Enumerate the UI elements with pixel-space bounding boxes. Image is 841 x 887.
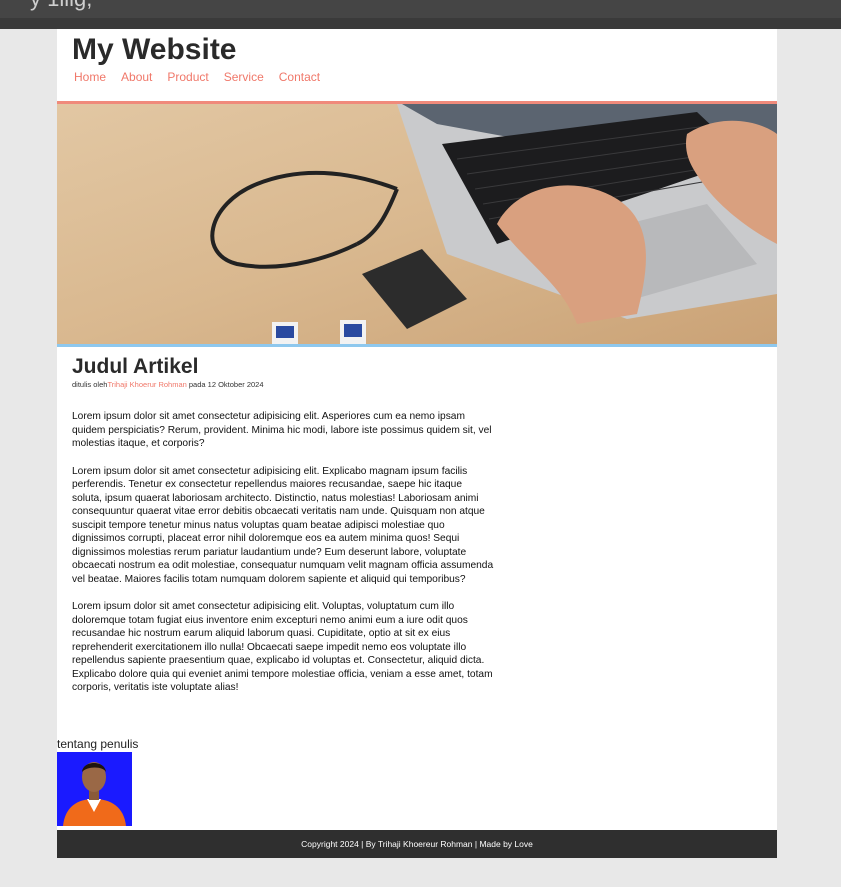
nav-service[interactable]: Service [224,70,264,84]
byline-prefix: ditulis oleh [72,380,108,389]
article-body: Lorem ipsum dolor sit amet consectetur a… [72,410,494,695]
main-nav: Home About Product Service Contact [74,70,320,84]
author-photo [57,752,132,826]
hero-image [57,104,777,347]
article-paragraph: Lorem ipsum dolor sit amet consectetur a… [72,411,492,449]
nav-product[interactable]: Product [167,70,208,84]
article-paragraph: Lorem ipsum dolor sit amet consectetur a… [72,465,494,585]
nav-contact[interactable]: Contact [279,70,320,84]
hero-laptop-illustration [57,104,777,344]
site-header: My Website Home About Product Service Co… [57,29,777,104]
footer-copyright: Copyright 2024 | By Trihaji Khoereur Roh… [301,839,533,849]
article-byline: ditulis olehTrihaji Khoerur Rohman pada … [72,380,494,389]
page-container: My Website Home About Product Service Co… [57,29,777,830]
site-title: My Website [72,33,237,66]
browser-top-bar: y 1iiig, [0,0,841,29]
nav-home[interactable]: Home [74,70,106,84]
byline-author-link[interactable]: Trihaji Khoerur Rohman [107,380,186,389]
article-title: Judul Artikel [72,355,199,378]
author-avatar [57,752,132,826]
site-footer: Copyright 2024 | By Trihaji Khoereur Roh… [57,830,777,858]
byline-date: pada 12 Oktober 2024 [186,380,264,389]
article: Judul Artikel ditulis olehTrihaji Khoeru… [72,355,494,709]
article-paragraph: Lorem ipsum dolor sit amet consectetur a… [72,601,493,693]
nav-about[interactable]: About [121,70,152,84]
cut-off-heading-text: y 1iiig, [30,0,92,12]
about-author-label: tentang penulis [57,737,139,751]
